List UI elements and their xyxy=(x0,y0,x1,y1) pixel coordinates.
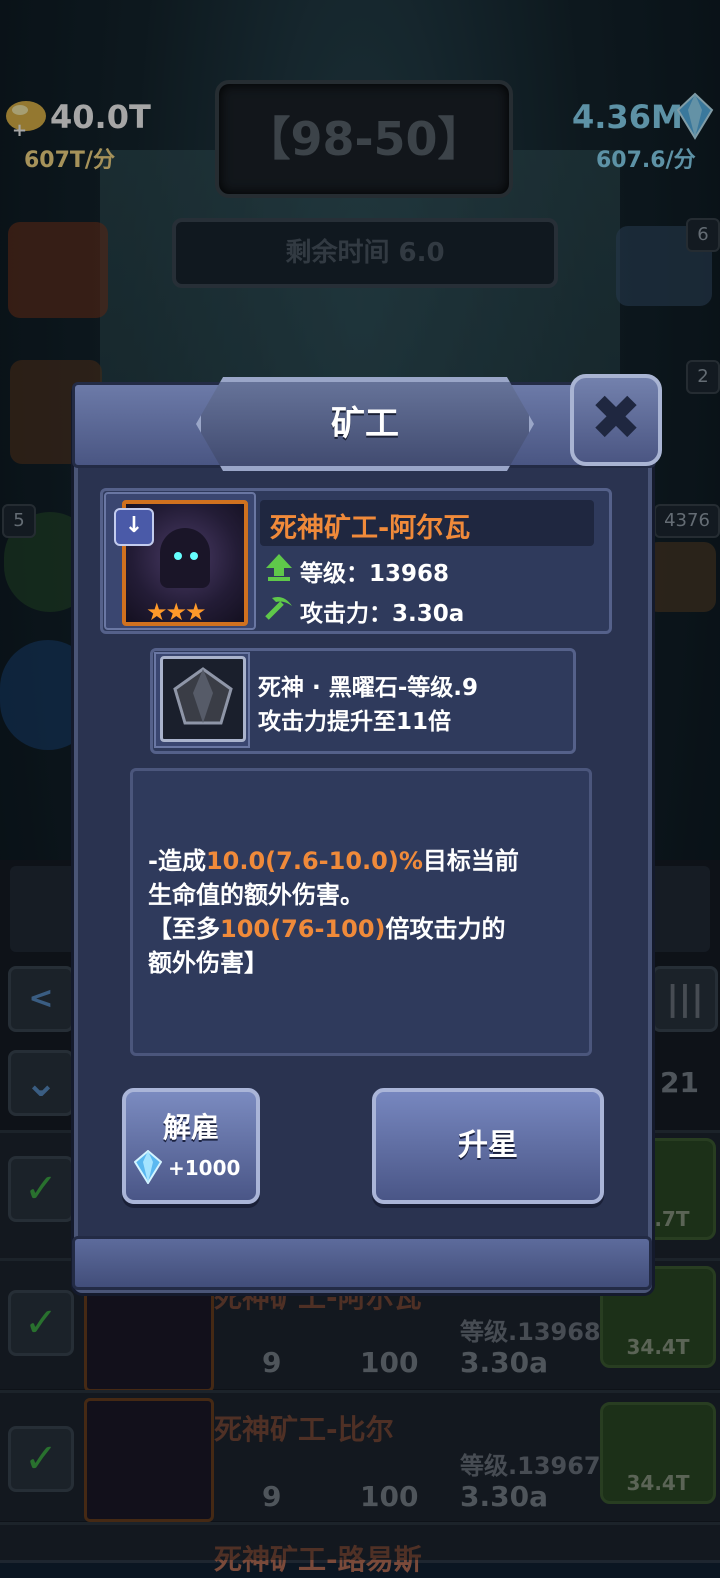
download-icon[interactable]: ↓ xyxy=(114,508,154,546)
close-icon: ✖ xyxy=(590,381,642,454)
hero-level: 等级：13968 xyxy=(300,561,450,587)
dismiss-label: 解雇 xyxy=(162,1111,219,1144)
desc-line-1: -造成10.0(7.6-10.0)%目标当前 xyxy=(148,844,519,878)
desc-text: -造成 xyxy=(148,847,206,875)
obsidian-gem-icon xyxy=(173,667,233,725)
upgrade-star-label: 升星 xyxy=(458,1128,518,1163)
obsidian-slot[interactable] xyxy=(160,656,246,742)
close-button[interactable]: ✖ xyxy=(570,374,662,466)
desc-line-2: 生命值的额外伤害。 xyxy=(148,881,364,909)
dialog-title: 矿工 xyxy=(331,404,399,444)
dismiss-reward: +1000 xyxy=(168,1156,241,1180)
desc-line-4: 额外伤害】 xyxy=(148,949,268,977)
hero-attack: 攻击力：3.30a xyxy=(300,601,465,627)
reaper-eye xyxy=(174,552,182,560)
reaper-eye xyxy=(190,552,198,560)
desc-line-3: 【至多100(76-100)倍攻击力的 xyxy=(148,912,506,946)
desc-highlight: 100(76-100) xyxy=(220,915,386,943)
hero-name: 死神矿工-阿尔瓦 xyxy=(270,513,471,544)
dialog-footer-bar xyxy=(72,1236,652,1290)
equipment-name: 死神 · 黑曜石-等级.9 xyxy=(258,675,479,701)
dialog-title-plate: 矿工 xyxy=(196,377,534,471)
desc-text: 【至多 xyxy=(148,915,220,943)
equipment-effect: 攻击力提升至11倍 xyxy=(258,709,452,735)
upgrade-star-button[interactable]: 升星 xyxy=(372,1088,604,1204)
hero-stars: ★★★ xyxy=(146,598,207,626)
reaper-hood xyxy=(160,528,210,588)
level-up-arrow-icon xyxy=(266,554,292,581)
desc-text: 目标当前 xyxy=(422,847,519,875)
desc-text: 倍攻击力的 xyxy=(385,915,506,943)
pickaxe-icon xyxy=(265,597,292,620)
gem-icon xyxy=(134,1150,162,1184)
desc-highlight: 10.0(7.6-10.0)% xyxy=(205,847,423,875)
